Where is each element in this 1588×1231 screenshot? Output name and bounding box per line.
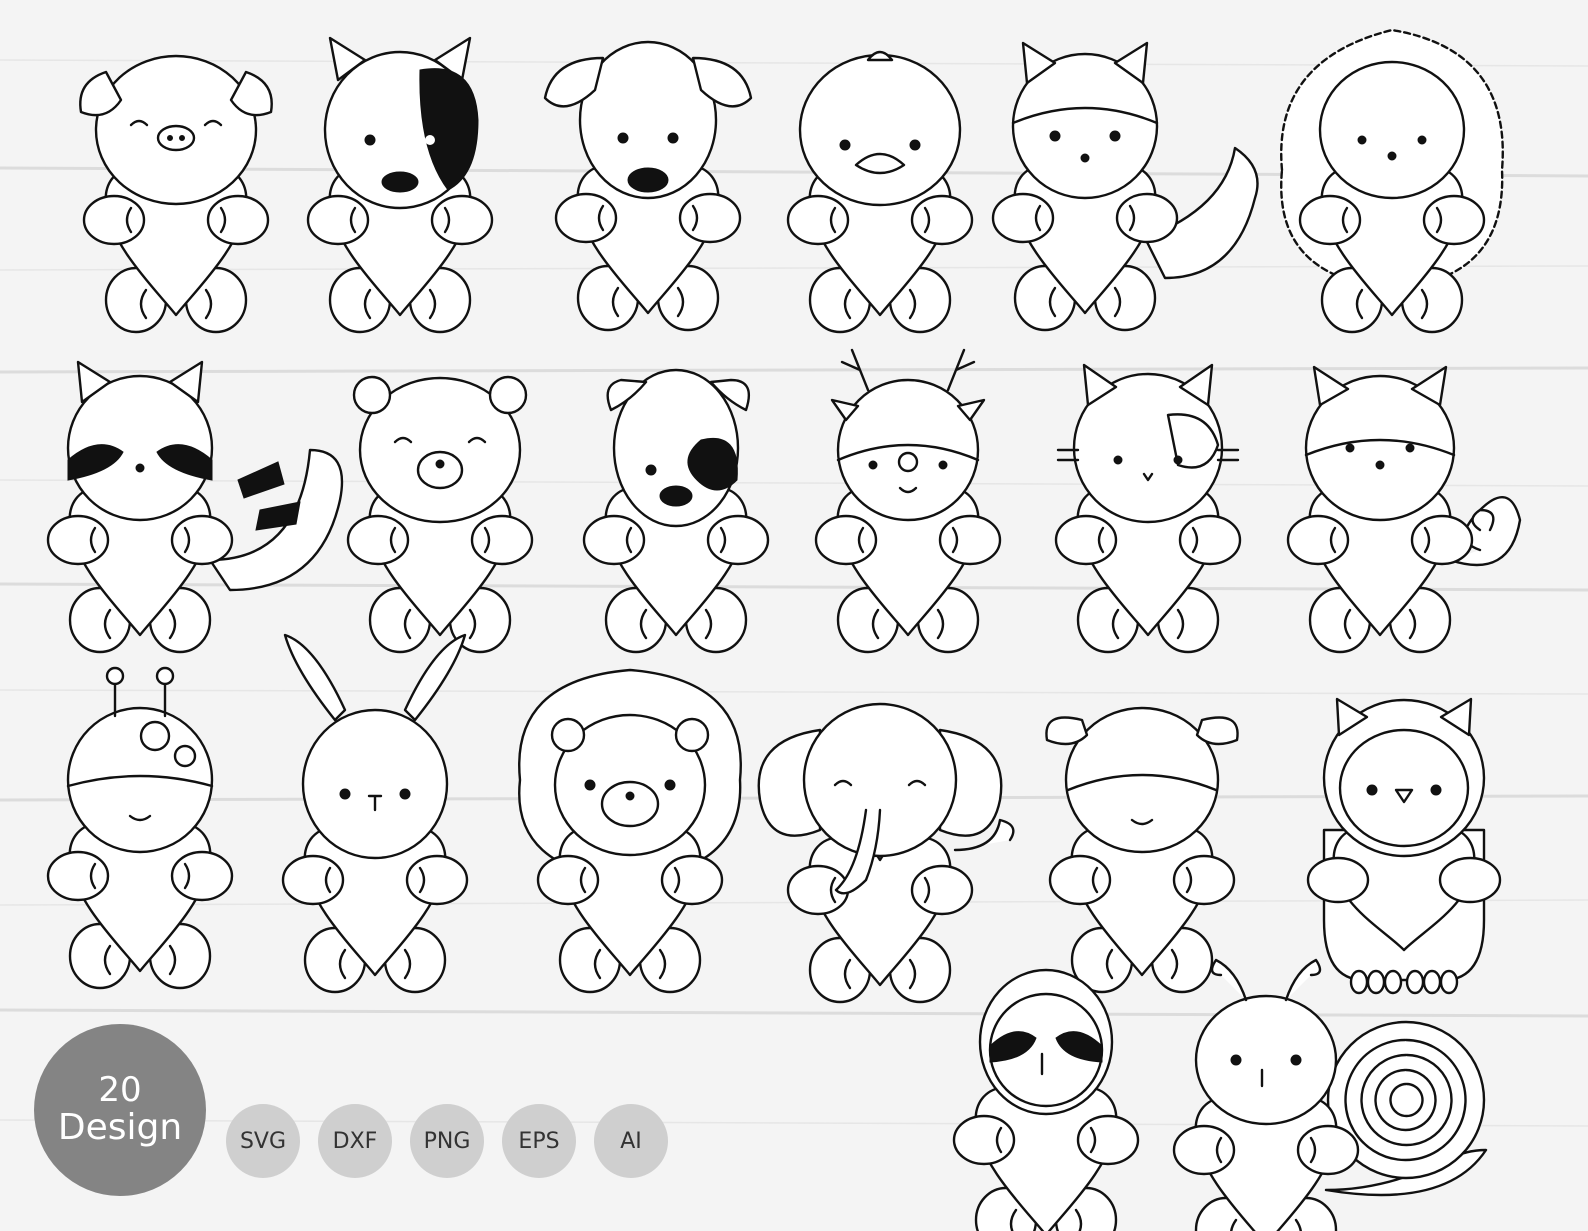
bear-illustration [346, 375, 534, 654]
puppy-illustration [543, 40, 753, 332]
giraffe-illustration [46, 666, 234, 990]
lion-illustration [518, 668, 742, 994]
squirrel-illustration [1286, 365, 1522, 654]
duckling-illustration [786, 50, 974, 334]
sloth-illustration [952, 968, 1140, 1231]
format-chip-png: PNG [410, 1104, 484, 1178]
spotted-dog-illustration [306, 36, 494, 334]
owl-illustration [1306, 697, 1502, 995]
bunny-illustration [281, 633, 469, 994]
design-count: 20 [98, 1070, 142, 1111]
reindeer-illustration [814, 348, 1002, 654]
format-chip-svg: SVG [226, 1104, 300, 1178]
design-label: Design [57, 1106, 183, 1148]
format-chip-ai: AI [594, 1104, 668, 1178]
elephant-illustration [757, 702, 1015, 1004]
snail-illustration [1172, 958, 1488, 1231]
design-count-badge: 20 Design [34, 1024, 206, 1196]
format-chip-dxf: DXF [318, 1104, 392, 1178]
raccoon-illustration [46, 360, 344, 654]
hedgehog-illustration [1280, 28, 1504, 334]
spotted-puppy-illustration [582, 368, 770, 654]
cat-illustration [1054, 363, 1242, 654]
format-chip-eps: EPS [502, 1104, 576, 1178]
pig-illustration [79, 54, 273, 334]
cow-illustration [1045, 706, 1239, 994]
animal-illustrations [46, 28, 1522, 1231]
fox-illustration [991, 41, 1259, 332]
